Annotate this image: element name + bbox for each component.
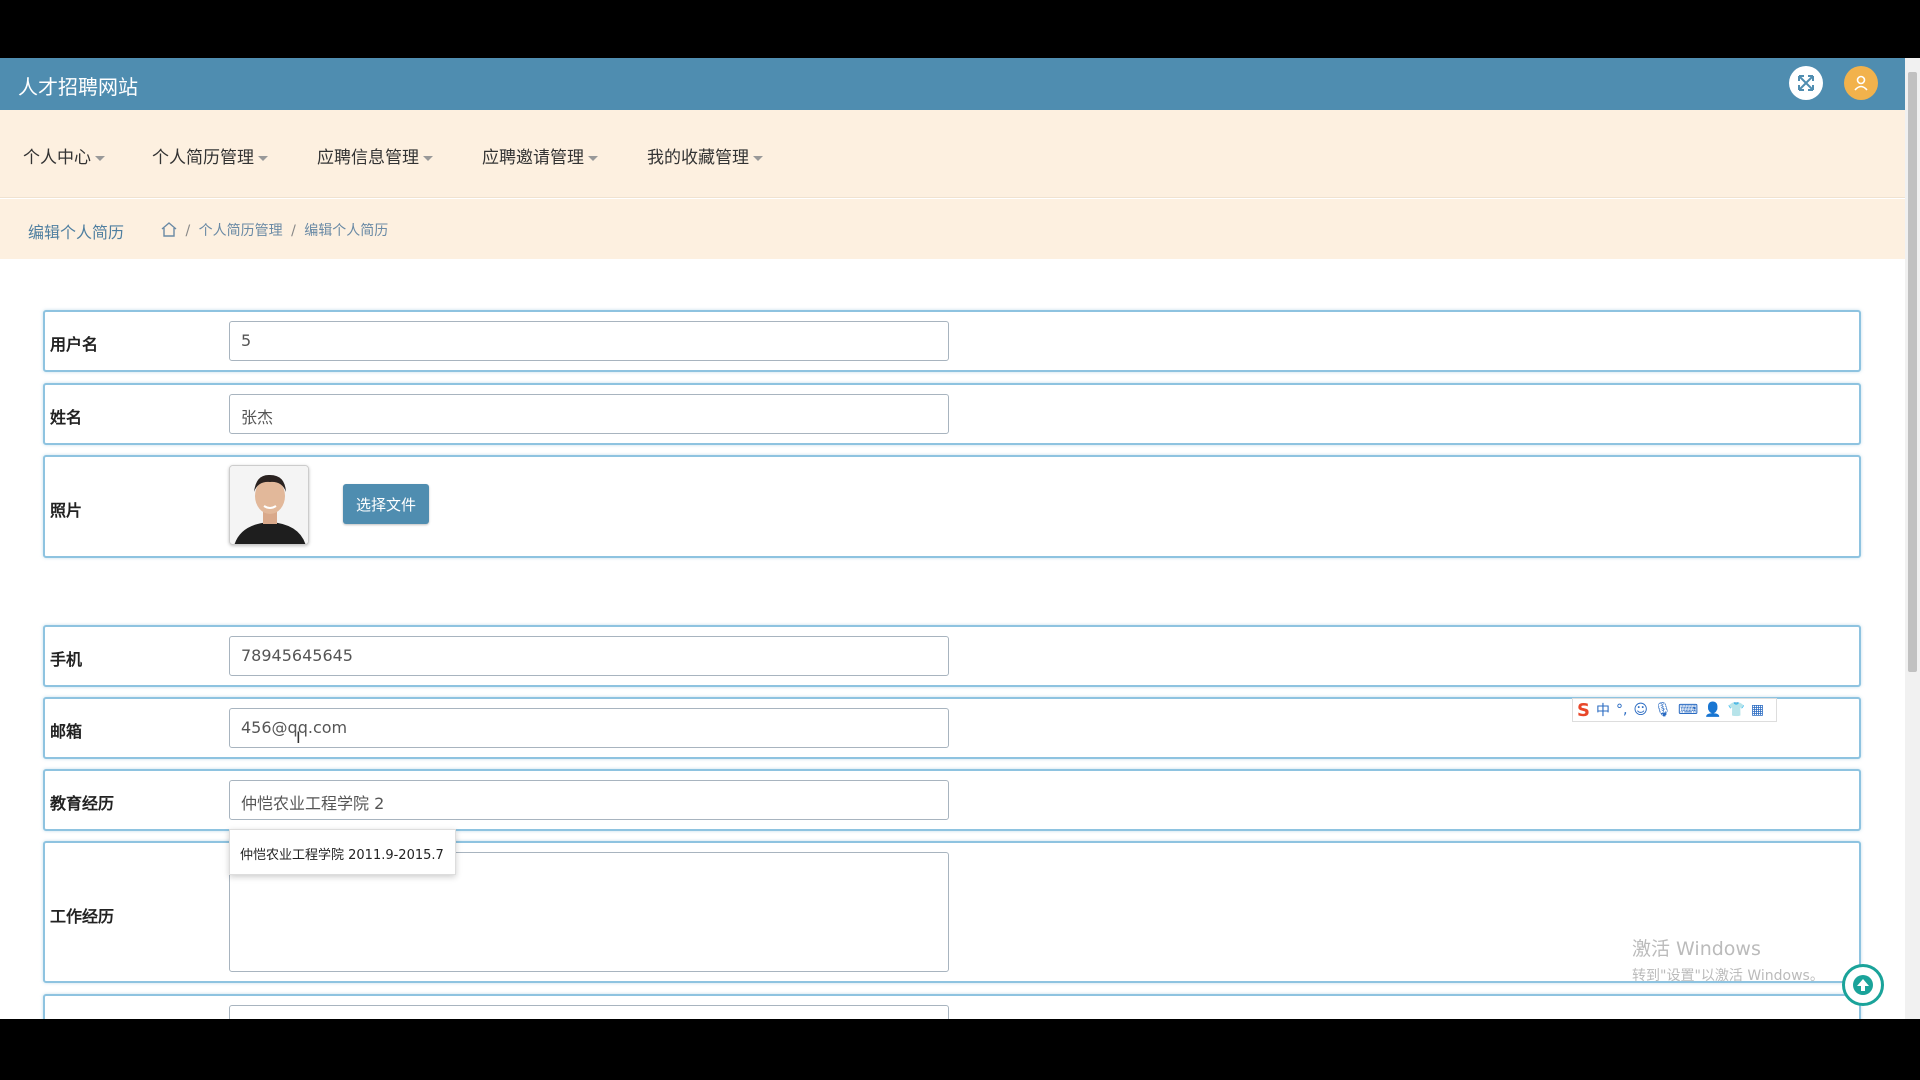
phone-label: 手机 [50,650,83,669]
main-nav: 个人中心 个人简历管理 应聘信息管理 应聘邀请管理 我的收藏管理 [0,110,1905,198]
form-row-username: 用户名 5 [43,310,1861,372]
caret-down-icon [588,155,598,161]
home-icon[interactable] [161,222,177,241]
breadcrumb: / 个人简历管理 / 编辑个人简历 [161,220,388,241]
nav-label: 个人中心 [23,148,91,168]
ime-punct[interactable]: °, [1616,702,1627,718]
microphone-icon[interactable]: 🎙 [1654,702,1672,718]
form-row-photo: 照片 选择文件 [43,455,1861,558]
name-input[interactable]: 张杰 [229,394,949,434]
nav-label: 个人简历管理 [152,148,254,168]
form-row-phone: 手机 78945645645 [43,625,1861,687]
ime-toolbar[interactable]: S 中 °, ☺ 🎙 ⌨ 👤 👕 ▦ [1572,698,1777,722]
site-title: 人才招聘网站 [18,75,138,99]
nav-label: 我的收藏管理 [647,148,749,168]
breadcrumb-section-link[interactable]: 个人简历管理 [199,223,283,239]
watermark-line-1: 激活 Windows [1632,938,1761,960]
name-label: 姓名 [50,408,83,427]
skills-label: 技能 [50,1015,82,1019]
sogou-logo-icon: S [1577,699,1590,721]
ime-mode[interactable]: 中 [1596,700,1610,720]
photo-label: 照片 [50,501,83,520]
activate-windows-watermark: 激活 Windows 转到"设置"以激活 Windows。 [1632,934,1824,985]
watermark-line-2: 转到"设置"以激活 Windows。 [1632,968,1824,984]
nav-application-management[interactable]: 应聘信息管理 [317,143,433,168]
browser-viewport: 人才招聘网站 个人中心 个人简历管理 应聘信息管理 应聘邀请管理 我的收藏管理 … [0,58,1920,1019]
emoji-icon[interactable]: ☺ [1633,702,1648,718]
username-input[interactable]: 5 [229,321,949,361]
form-row-education: 教育经历 仲恺农业工程学院 2 [43,769,1861,831]
email-label: 邮箱 [50,722,83,741]
shirt-icon[interactable]: 👕 [1727,702,1744,718]
nav-invitation-management[interactable]: 应聘邀请管理 [482,143,598,168]
email-input[interactable]: 456@qq.com [229,708,949,748]
phone-input[interactable]: 78945645645 [229,636,949,676]
keyboard-icon[interactable]: ⌨ [1678,702,1698,718]
nav-label: 应聘信息管理 [317,148,419,168]
back-to-top-button[interactable] [1842,964,1884,1006]
form-row-name: 姓名 张杰 [43,383,1861,445]
nav-label: 应聘邀请管理 [482,148,584,168]
page-title: 编辑个人简历 [28,223,125,242]
skills-input[interactable]: 技能 [229,1005,949,1019]
expand-icon[interactable] [1789,66,1823,100]
nav-resume-management[interactable]: 个人简历管理 [152,143,268,168]
education-input[interactable]: 仲恺农业工程学院 2 [229,780,949,820]
scrollbar-thumb[interactable] [1908,72,1917,672]
breadcrumb-separator: / [185,223,191,239]
top-header: 人才招聘网站 [0,58,1905,110]
user-icon [1854,75,1868,91]
breadcrumb-current: 编辑个人简历 [304,223,389,239]
nav-favorites-management[interactable]: 我的收藏管理 [647,143,763,168]
profile-photo [229,465,309,545]
caret-down-icon [258,155,268,161]
form-row-skills: 技能 技能 [43,994,1861,1019]
breadcrumb-separator: / [291,223,296,239]
user-icon[interactable]: 👤 [1704,702,1721,718]
autocomplete-suggestion[interactable]: 仲恺农业工程学院 2011.9-2015.7 [229,829,456,875]
caret-down-icon [753,155,763,161]
caret-down-icon [95,155,105,161]
username-label: 用户名 [50,335,99,354]
arrow-up-icon [1853,975,1873,995]
text-cursor-icon: I [296,728,301,747]
page-scrollbar[interactable] [1905,58,1920,1019]
work-experience-label: 工作经历 [50,907,115,926]
education-label: 教育经历 [50,794,115,813]
caret-down-icon [423,155,433,161]
choose-file-button[interactable]: 选择文件 [343,484,429,524]
user-avatar-button[interactable] [1844,66,1878,100]
grid-icon[interactable]: ▦ [1751,702,1764,718]
breadcrumb-bar: 编辑个人简历 / 个人简历管理 / 编辑个人简历 [0,199,1905,259]
nav-personal-center[interactable]: 个人中心 [23,143,105,168]
